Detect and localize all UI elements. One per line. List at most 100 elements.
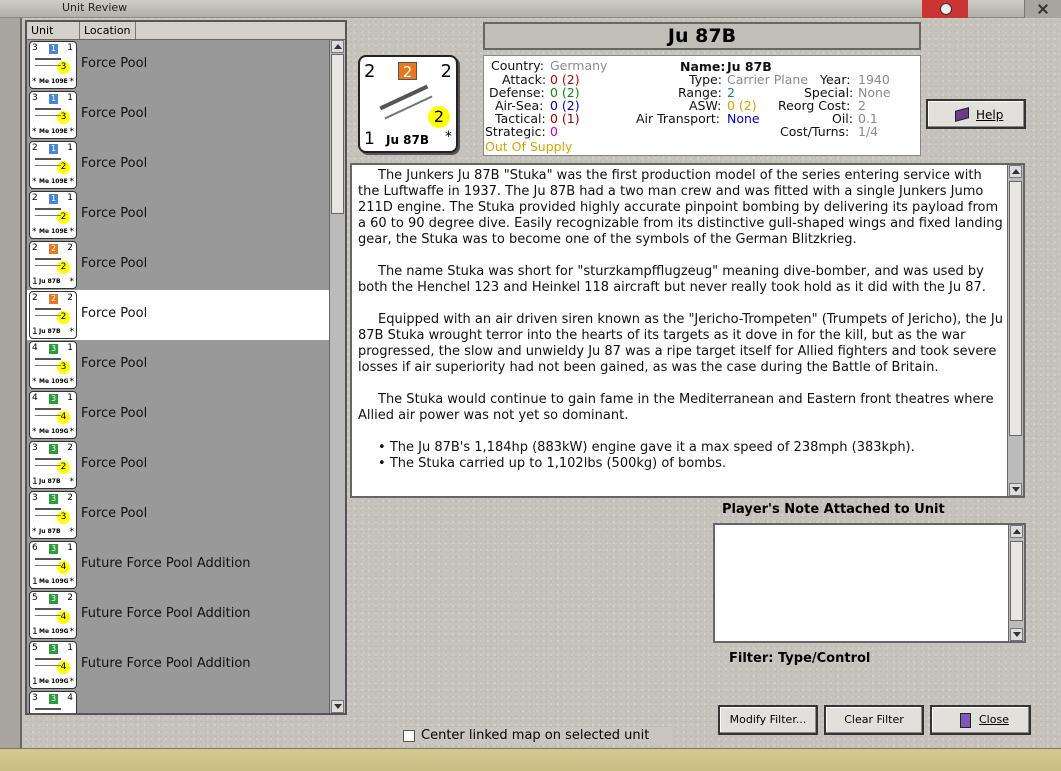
counter-name: Me 109G [39,378,69,385]
unit-counter-thumb: 2 2 2 2 1 Ju 87B * [29,291,77,339]
counter-star: * [69,677,75,687]
note-scrollbar[interactable] [1008,525,1024,641]
modify-filter-button[interactable]: Modify Filter... [718,705,818,735]
stat-airtransport-value: None [727,111,760,126]
counter-attack: 5 [32,593,38,603]
counter-type-box: 1 [49,144,58,154]
counter-star: * [69,627,75,637]
scroll-thumb[interactable] [331,54,344,214]
close-button-label: Close [979,713,1009,726]
counter-attack: 3 [32,693,38,703]
stat-type-value: Carrier Plane [727,72,809,87]
unit-list-panel: Unit Location 3 1 1 3 * Me 109E * Force Pool 3 1 1… [25,20,347,715]
unit-location: Future Force Pool Addition [81,656,251,671]
counter-type-box: 3 [49,344,58,354]
counter-name: Ju 87B [39,278,61,285]
scroll-up-icon[interactable] [1009,165,1022,178]
table-row[interactable]: 5 3 1 4 1 Me 109G * Future Force Pool Addition [27,640,329,690]
unit-location: Force Pool [81,156,148,171]
counter-star: * [445,129,452,145]
close-window-icon[interactable] [1024,0,1061,18]
table-row[interactable]: 334 [27,690,329,713]
scroll-up-icon[interactable] [1010,525,1023,538]
description-paragraph: The Junkers Ju 87B "Stuka" was the first… [358,168,1003,247]
clear-filter-button[interactable]: Clear Filter [824,705,924,735]
unit-counter-thumb: 4 3 1 4 * Me 109G * [29,391,77,439]
counter-type-box: 2 [398,62,417,81]
counter-type-box: 3 [49,494,58,504]
table-row[interactable]: 3 1 1 3 * Me 109E * Force Pool [27,90,329,140]
table-row[interactable]: 2 1 1 2 * Me 109E * Force Pool [27,190,329,240]
scroll-thumb[interactable] [1009,181,1022,436]
counter-range: 2 [67,293,73,303]
close-button[interactable]: Close [930,705,1031,735]
counter-defense: 1 [32,627,38,637]
counter-movement: 2 [428,106,450,128]
counter-defense: * [32,377,37,387]
scroll-up-icon[interactable] [331,40,344,53]
plane-icon [35,458,61,466]
unit-counter-thumb: 2 1 1 2 * Me 109E * [29,141,77,189]
unit-counter-thumb: 4 3 1 3 * Me 109G * [29,341,77,389]
table-row[interactable]: 4 3 1 4 * Me 109G * Force Pool [27,390,329,440]
plane-icon [35,58,61,66]
unit-counter-thumb: 334 [29,691,77,713]
counter-name: Ju 87B [39,478,61,485]
counter-type-box: 3 [49,444,58,454]
center-linked-checkbox[interactable] [403,730,415,742]
left-frame [0,18,22,771]
center-linked-map-option[interactable]: Center linked map on selected unit [400,727,672,745]
counter-type-box: 3 [49,694,58,704]
counter-type-box: 3 [49,394,58,404]
counter-attack: 5 [32,643,38,653]
counter-star: * [69,127,75,137]
counter-range: 2 [67,243,73,253]
table-row[interactable]: 4 3 1 3 * Me 109G * Force Pool [27,340,329,390]
stat-strategic-value: 0 [550,124,558,139]
description-bullets: The Ju 87B's 1,184hp (883kW) engine gave… [358,440,1006,472]
counter-range: 1 [67,93,73,103]
player-note-field[interactable] [713,523,1026,643]
counter-type-box: 2 [49,244,58,254]
counter-name: Ju 87B [386,133,430,147]
table-row[interactable]: 6 3 1 4 1 Me 109G * Future Force Pool Addition [27,540,329,590]
table-row[interactable]: 3 3 2 2 1 Ju 87B * Force Pool [27,440,329,490]
counter-attack: 2 [32,293,38,303]
unit-review-window: Unit Review Unit Location 3 1 1 3 * Me 109E * F… [0,0,1061,771]
scroll-down-icon[interactable] [1010,628,1023,641]
counter-range: 1 [67,143,73,153]
stat-country-label: Country: [491,58,544,73]
counter-defense: * [32,177,37,187]
help-button[interactable]: Help [926,99,1026,129]
counter-attack: 4 [32,343,38,353]
unit-location: Force Pool [81,356,148,371]
supply-status: Out Of Supply [485,139,573,154]
description-scrollbar[interactable] [1007,165,1023,496]
table-row[interactable]: 2 2 2 2 1 Ju 87B * Force Pool [27,290,329,340]
table-row[interactable]: 2 1 1 2 * Me 109E * Force Pool [27,140,329,190]
counter-attack: 4 [32,393,38,403]
table-row[interactable]: 3 3 2 3 * Ju 87B * Force Pool [27,490,329,540]
counter-star: * [69,377,75,387]
unit-location: Future Force Pool Addition [81,556,251,571]
column-header-unit[interactable]: Unit [27,22,80,39]
counter-name: Me 109E [39,128,68,135]
table-row[interactable]: 5 3 2 4 1 Me 109G * Future Force Pool Addition [27,590,329,640]
player-note-label: Player's Note Attached to Unit [722,502,945,517]
scroll-down-icon[interactable] [331,700,344,713]
counter-name: Ju 87B [39,328,61,335]
description-bullet: The Ju 87B's 1,184hp (883kW) engine gave… [378,440,1006,456]
stat-costturns-value: 1/4 [858,124,879,139]
help-button-label: Help [976,108,1004,122]
table-row[interactable]: 3 1 1 3 * Me 109E * Force Pool [27,40,329,90]
counter-range: 1 [67,543,73,553]
scroll-down-icon[interactable] [1009,483,1022,496]
unit-location: Force Pool [81,206,148,221]
counter-range: 1 [67,643,73,653]
table-row[interactable]: 2 2 2 2 1 Ju 87B * Force Pool [27,240,329,290]
unit-counter-thumb: 3 3 2 2 1 Ju 87B * [29,441,77,489]
list-scrollbar[interactable] [329,40,345,713]
unit-title: Ju 87B [483,22,921,50]
column-header-location[interactable]: Location [80,22,136,39]
scroll-thumb[interactable] [1010,541,1023,621]
